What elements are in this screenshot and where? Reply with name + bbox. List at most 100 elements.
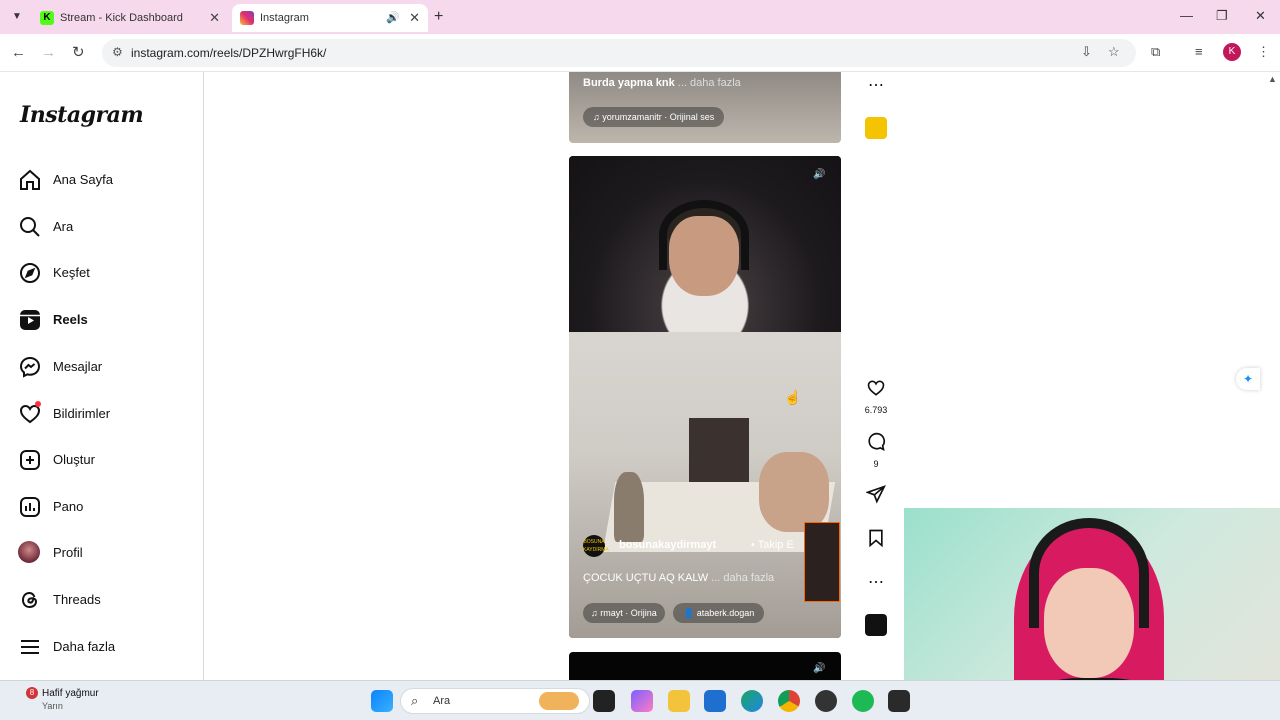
media-controls-icon[interactable]: ≡	[1195, 44, 1203, 59]
sidebar-item-more[interactable]: Daha fazla	[18, 635, 198, 663]
search-icon: ⌕	[411, 693, 419, 708]
caption-more-link[interactable]: ... daha fazla	[711, 572, 774, 584]
reel-next[interactable]: 🔊	[569, 652, 841, 680]
sidebar-item-reels[interactable]: Reels	[18, 308, 198, 336]
window-close-icon[interactable]: ✕	[1255, 8, 1266, 24]
address-bar[interactable]: ⚙ instagram.com/reels/DPZHwrgFH6k/	[102, 39, 1136, 67]
headset-shape	[659, 200, 749, 270]
sidebar-item-dashboard[interactable]: Pano	[18, 495, 198, 523]
close-tab-icon[interactable]: ✕	[209, 4, 220, 32]
avatar-icon	[18, 541, 40, 563]
forward-icon[interactable]: →	[41, 43, 56, 63]
install-app-icon[interactable]: ⇩	[1081, 44, 1092, 60]
epic-games-icon[interactable]	[888, 690, 910, 712]
sidebar-item-label: Daha fazla	[53, 639, 116, 654]
chrome-icon[interactable]	[778, 690, 800, 712]
uploader-avatar[interactable]: BOSUNA KAYDIRMA	[583, 535, 609, 557]
sound-icon[interactable]: 🔊	[813, 663, 827, 677]
webcam-headset	[1029, 518, 1149, 628]
audio-pill[interactable]: ♫ yorumzamanitr · Orijinal ses	[583, 107, 725, 127]
tab-kick-dashboard[interactable]: K Stream - Kick Dashboard ✕	[32, 4, 228, 32]
weather-widget[interactable]: 8 Hafif yağmur Yarın	[18, 687, 138, 715]
obs-icon[interactable]	[815, 690, 837, 712]
follow-label: Takip E	[757, 539, 794, 551]
audio-thumbnail[interactable]	[865, 117, 887, 139]
profile-avatar[interactable]: K	[1223, 43, 1241, 61]
like-button[interactable]: 6.793	[864, 378, 888, 415]
url-text[interactable]: instagram.com/reels/DPZHwrgFH6k/	[131, 46, 326, 60]
home-icon	[20, 169, 40, 190]
sidebar-item-messages[interactable]: Mesajlar	[18, 355, 198, 383]
spotify-icon[interactable]	[852, 690, 874, 712]
sidebar-item-notifications[interactable]: Bildirimler	[18, 401, 198, 430]
sidebar-item-label: Reels	[53, 312, 88, 327]
video-room-scene	[569, 332, 841, 638]
music-note-icon: ♫	[591, 608, 601, 618]
collaborator-pill[interactable]: 👤 ataberk.dogan	[673, 603, 765, 623]
reel-previous[interactable]: Burda yapma knk ... daha fazla ♫ yorumza…	[569, 72, 841, 143]
reload-icon[interactable]: ↻	[72, 43, 85, 63]
sidebar-item-label: Keşfet	[53, 265, 90, 280]
reel-caption: ÇOCUK UÇTU AQ KALW ... daha fazla	[583, 572, 774, 584]
sidebar-item-profile[interactable]: Profil	[18, 541, 198, 569]
comment-count: 9	[873, 459, 879, 469]
instagram-logo[interactable]: Instagram	[20, 102, 144, 128]
task-view-icon[interactable]	[593, 690, 615, 712]
comment-button[interactable]: 9	[864, 432, 888, 469]
taskbar-search[interactable]: ⌕ Ara	[400, 688, 590, 714]
music-note-icon: ♫	[593, 112, 603, 122]
sidebar-item-threads[interactable]: Threads	[18, 588, 198, 616]
weather-subtitle: Yarın	[42, 701, 63, 711]
audio-label: rmayt · Orijina	[600, 608, 657, 618]
caption-more-link[interactable]: ... daha fazla	[678, 77, 741, 89]
tab-instagram[interactable]: Instagram 🔊 ✕	[232, 4, 428, 32]
share-button[interactable]	[864, 484, 888, 509]
copilot-icon[interactable]	[631, 690, 653, 712]
new-tab-button[interactable]: +	[434, 8, 443, 26]
tab-title: Stream - Kick Dashboard	[60, 12, 183, 24]
follow-button[interactable]: • Takip E	[751, 539, 794, 551]
browser-menu-icon[interactable]: ⋮	[1257, 44, 1270, 60]
bookmark-icon	[869, 529, 883, 548]
extension-floating-icon[interactable]: ✦	[1236, 368, 1260, 390]
person-icon: 👤	[683, 608, 697, 618]
weather-title: Hafif yağmur	[42, 688, 99, 699]
sidebar-item-explore[interactable]: Keşfet	[18, 261, 198, 289]
sound-icon[interactable]: 🔊	[813, 169, 827, 183]
send-icon	[865, 485, 886, 504]
sidebar-item-search[interactable]: Ara	[18, 215, 198, 243]
heart-icon	[867, 380, 885, 396]
scroll-up-arrow-icon[interactable]: ▲	[1268, 74, 1277, 84]
minimize-icon[interactable]: —	[1180, 8, 1193, 23]
caption-text: ÇOCUK UÇTU AQ KALW	[583, 572, 709, 584]
back-icon[interactable]: ←	[11, 43, 26, 63]
person-shape	[614, 472, 644, 542]
compass-icon	[20, 263, 40, 283]
restore-icon[interactable]: ❐	[1216, 8, 1228, 24]
reel-uploader: BOSUNA KAYDIRMA bosunakaydirmayt • Takip…	[583, 534, 833, 557]
save-button[interactable]	[864, 528, 888, 553]
more-options-icon[interactable]: ⋯	[864, 75, 888, 95]
bookmark-star-icon[interactable]: ☆	[1108, 44, 1120, 60]
uploader-username[interactable]: bosunakaydirmayt	[619, 539, 716, 551]
search-label: Ara	[433, 695, 451, 707]
audio-thumbnail[interactable]	[865, 614, 887, 636]
dashboard-icon	[20, 497, 40, 517]
close-tab-icon[interactable]: ✕	[409, 4, 420, 32]
more-options-icon[interactable]: ⋯	[864, 572, 888, 592]
site-info-icon[interactable]: ⚙	[112, 45, 123, 59]
audio-pill[interactable]: ♫ rmayt · Orijina	[583, 603, 665, 623]
comment-icon	[868, 432, 886, 452]
windows-start-icon[interactable]	[371, 690, 393, 712]
tab-search-chevron-icon[interactable]: ▼	[8, 8, 26, 26]
file-explorer-icon[interactable]	[668, 690, 690, 712]
sidebar-item-home[interactable]: Ana Sayfa	[18, 168, 198, 196]
sidebar-item-create[interactable]: Oluştur	[18, 448, 198, 476]
sidebar-item-label: Mesajlar	[53, 359, 103, 374]
extensions-icon[interactable]: ⧉	[1151, 44, 1160, 60]
sidebar-item-label: Ana Sayfa	[53, 172, 113, 187]
audio-playing-icon[interactable]: 🔊	[386, 4, 400, 32]
store-icon[interactable]	[704, 690, 726, 712]
windows-taskbar: 8 Hafif yağmur Yarın ⌕ Ara	[0, 680, 1280, 720]
edge-icon[interactable]	[741, 690, 763, 712]
